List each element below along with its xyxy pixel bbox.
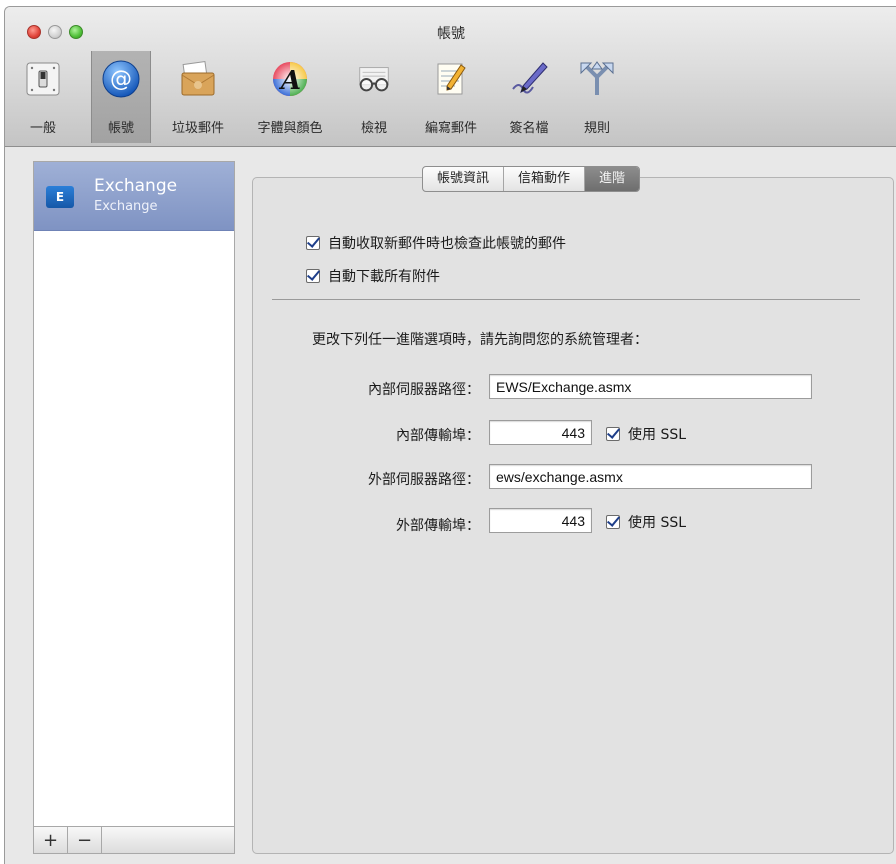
toolbar-item-viewing[interactable]: 檢視 bbox=[345, 51, 403, 143]
account-list: E Exchange Exchange + − bbox=[33, 161, 235, 854]
svg-text:@: @ bbox=[110, 67, 132, 92]
account-name: Exchange bbox=[94, 176, 178, 196]
check-new-mail-label: 自動收取新郵件時也檢查此帳號的郵件 bbox=[328, 236, 566, 252]
toolbar-label-junk-mail: 垃圾郵件 bbox=[171, 121, 224, 136]
internal-ssl-option[interactable]: 使用 SSL bbox=[606, 424, 686, 444]
fonts-colors-icon: A bbox=[270, 59, 310, 99]
rules-arrows-icon bbox=[577, 59, 617, 99]
window-title: 帳號 bbox=[437, 26, 465, 42]
glasses-icon bbox=[354, 59, 394, 99]
toolbar-label-general: 一般 bbox=[29, 121, 56, 136]
external-ssl-checkbox[interactable] bbox=[606, 515, 620, 529]
tab-advanced[interactable]: 進階 bbox=[585, 167, 640, 191]
tab-mailbox-behaviors[interactable]: 信箱動作 bbox=[504, 167, 586, 191]
section-divider bbox=[272, 299, 860, 300]
remove-account-button[interactable]: − bbox=[68, 827, 102, 853]
toolbar-label-fonts-colors: 字體與顏色 bbox=[257, 121, 323, 136]
toolbar-label-composing: 編寫郵件 bbox=[424, 121, 477, 136]
internal-ssl-checkbox[interactable] bbox=[606, 427, 620, 441]
admin-note: 更改下列任一進階選項時，請先詢問您的系統管理者： bbox=[312, 332, 648, 348]
switch-icon bbox=[23, 59, 63, 99]
internal-server-field[interactable] bbox=[489, 374, 812, 399]
external-ssl-option[interactable]: 使用 SSL bbox=[606, 512, 686, 532]
download-attachments-option[interactable]: 自動下載所有附件 bbox=[306, 266, 440, 286]
compose-pencil-icon bbox=[431, 59, 471, 99]
internal-server-label: 內部伺服器路徑： bbox=[368, 382, 480, 398]
toolbar-item-junk-mail[interactable]: 垃圾郵件 bbox=[161, 51, 235, 143]
download-attachments-checkbox[interactable] bbox=[306, 269, 320, 283]
toolbar-label-viewing: 檢視 bbox=[360, 121, 387, 136]
tab-account-info[interactable]: 帳號資訊 bbox=[423, 167, 505, 191]
junk-mail-icon bbox=[178, 59, 218, 99]
toolbar-item-accounts[interactable]: @ 帳號 bbox=[91, 51, 151, 143]
toolbar-label-rules: 規則 bbox=[583, 121, 610, 136]
toolbar-item-rules[interactable]: 規則 bbox=[573, 51, 621, 143]
title-toolbar-area: 帳號 一般 @ 帳號 垃圾郵件 A 字體與顏色 檢視 編寫郵件 簽名檔 規則 bbox=[5, 7, 896, 147]
external-server-label: 外部伺服器路徑： bbox=[368, 472, 480, 488]
check-new-mail-option[interactable]: 自動收取新郵件時也檢查此帳號的郵件 bbox=[306, 233, 566, 253]
account-list-controls: + − bbox=[34, 826, 234, 853]
at-sign-icon: @ bbox=[101, 59, 141, 99]
exchange-icon-letter: E bbox=[55, 190, 65, 204]
external-port-label: 外部傳輸埠： bbox=[396, 518, 480, 534]
toolbar-label-signatures: 簽名檔 bbox=[509, 121, 549, 136]
external-port-field[interactable] bbox=[489, 508, 592, 533]
toolbar-item-general[interactable]: 一般 bbox=[19, 51, 67, 143]
internal-ssl-label: 使用 SSL bbox=[628, 427, 687, 443]
toolbar-label-accounts: 帳號 bbox=[107, 121, 134, 136]
internal-port-field[interactable] bbox=[489, 420, 592, 445]
toolbar-item-fonts-colors[interactable]: A 字體與顏色 bbox=[245, 51, 335, 143]
check-new-mail-checkbox[interactable] bbox=[306, 236, 320, 250]
signature-pen-icon bbox=[509, 59, 549, 99]
toolbar-item-composing[interactable]: 編寫郵件 bbox=[413, 51, 489, 143]
account-list-item-exchange[interactable]: E Exchange Exchange bbox=[34, 162, 234, 231]
internal-port-label: 內部傳輸埠： bbox=[396, 428, 480, 444]
account-tabs: 帳號資訊 信箱動作 進階 bbox=[422, 166, 641, 192]
add-account-button[interactable]: + bbox=[34, 827, 68, 853]
account-type: Exchange bbox=[94, 199, 158, 214]
svg-text:A: A bbox=[278, 66, 301, 96]
external-server-field[interactable] bbox=[489, 464, 812, 489]
exchange-icon: E bbox=[46, 186, 74, 208]
external-ssl-label: 使用 SSL bbox=[628, 515, 687, 531]
toolbar-item-signatures[interactable]: 簽名檔 bbox=[499, 51, 559, 143]
download-attachments-label: 自動下載所有附件 bbox=[328, 269, 440, 285]
